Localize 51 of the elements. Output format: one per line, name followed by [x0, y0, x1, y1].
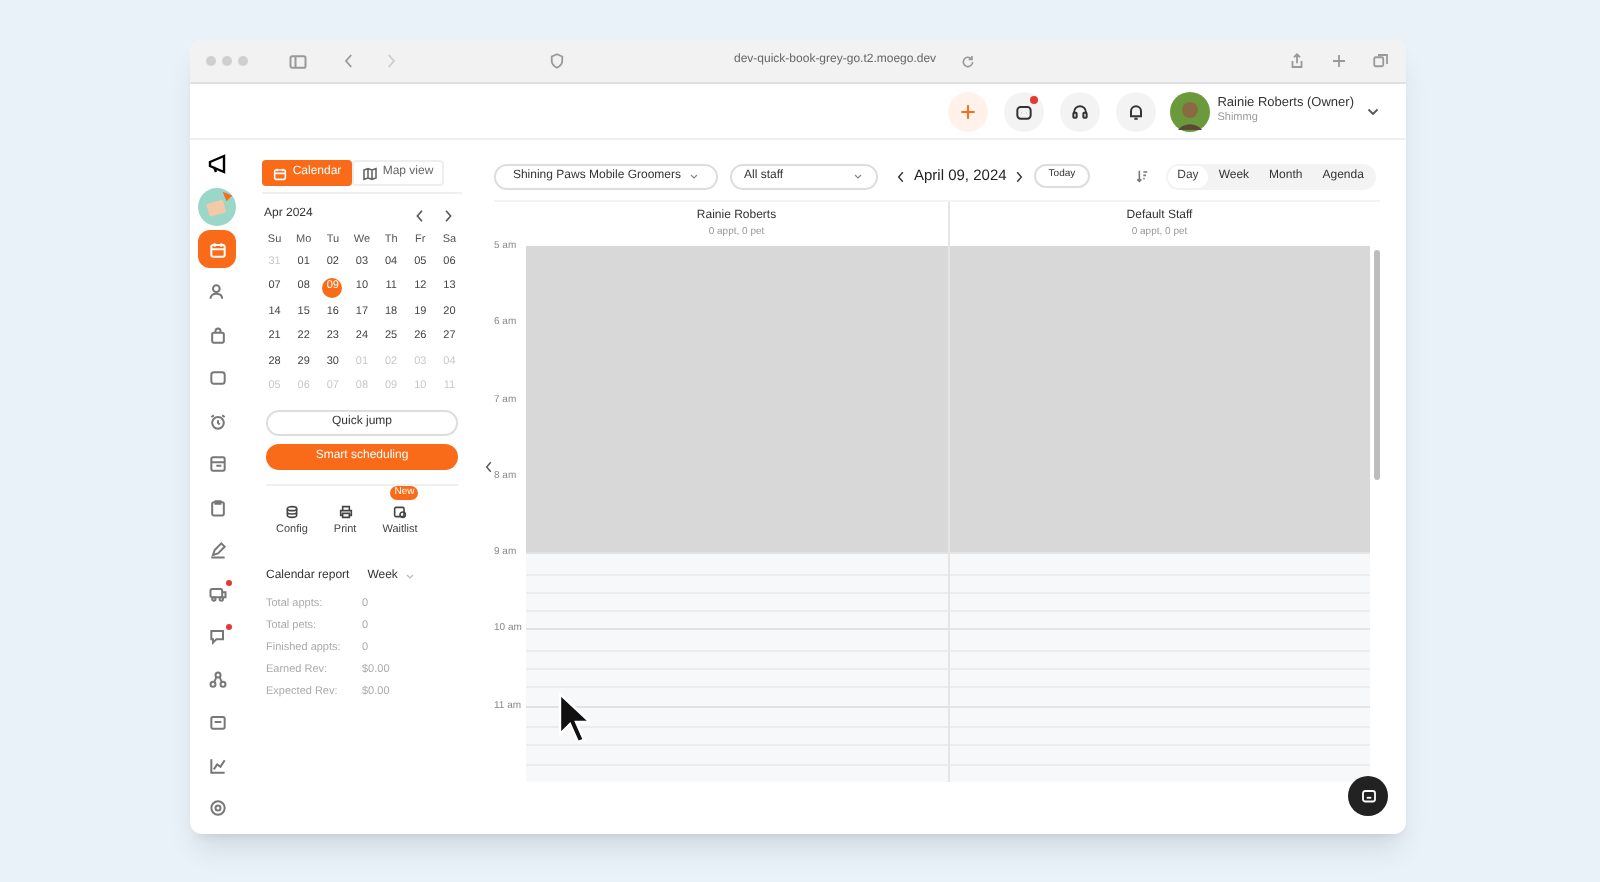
previous-day-icon: [894, 169, 908, 183]
back-icon: [340, 52, 358, 70]
scrollbar[interactable]: [1374, 250, 1380, 480]
package-icon: [207, 712, 227, 732]
chat-icon: [1359, 787, 1377, 805]
printer-icon: [337, 504, 354, 521]
calendar-icon: [207, 239, 227, 259]
megaphone-logo-icon: [205, 151, 229, 175]
chevron-down-icon: [852, 170, 864, 182]
settings-icon: [207, 798, 227, 818]
cursor-icon: [558, 692, 590, 744]
avatar[interactable]: [1169, 91, 1210, 131]
line-chart-icon: [207, 755, 227, 775]
shield-icon: [548, 52, 566, 70]
calendar-nav-item[interactable]: [198, 230, 236, 268]
sidebar-icon: [288, 51, 308, 71]
support-button[interactable]: [1059, 91, 1100, 131]
map-icon: [362, 165, 379, 181]
alarm-clock-icon: [207, 411, 227, 431]
van-icon: [207, 583, 227, 603]
next-month-icon: [440, 207, 456, 223]
previous-month-icon: [412, 207, 428, 223]
next-day-icon: [1012, 169, 1027, 183]
headset-icon: [1069, 101, 1090, 121]
share-icon: [1288, 52, 1306, 70]
collapse-icon: [482, 460, 496, 474]
business-avatar[interactable]: [198, 187, 236, 225]
person-icon: [207, 282, 227, 302]
network-icon: [207, 669, 227, 689]
store-icon: [207, 454, 227, 474]
pen-icon: [207, 540, 227, 560]
bag-icon: [207, 325, 227, 345]
new-tab-icon: [1330, 52, 1348, 70]
waitlist-icon: [391, 504, 408, 521]
window-controls-icon: [206, 56, 248, 66]
chevron-down-icon: [403, 570, 416, 583]
reload-icon: [960, 53, 977, 69]
chat-icon: [207, 626, 227, 646]
robot-icon: [1013, 101, 1034, 121]
notifications-button[interactable]: [1115, 91, 1156, 131]
plus-icon: [957, 101, 978, 121]
database-icon: [283, 504, 300, 521]
add-button[interactable]: [947, 91, 988, 131]
sort-icon: [1133, 168, 1150, 184]
assistant-button[interactable]: [1003, 91, 1044, 131]
forward-icon: [382, 52, 400, 70]
clipboard-icon: [207, 497, 227, 517]
bell-icon: [1125, 101, 1146, 121]
calendar-icon: [272, 165, 289, 181]
chevron-down-icon: [687, 170, 700, 182]
tabs-icon: [1372, 52, 1390, 70]
